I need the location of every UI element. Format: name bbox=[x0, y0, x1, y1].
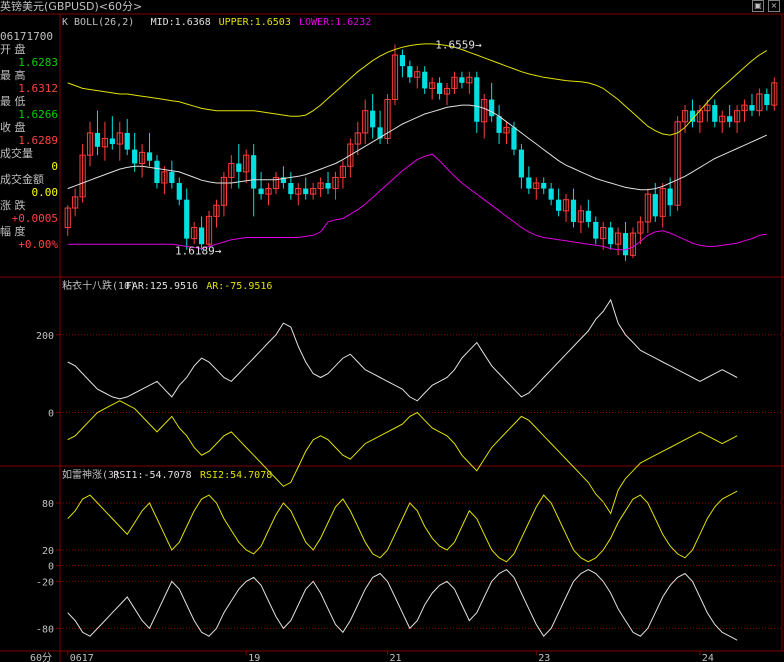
candle-body bbox=[109, 138, 115, 145]
y-tick-label: 200 bbox=[36, 331, 54, 342]
quote-label: 成交金额 bbox=[0, 173, 44, 186]
candle-body bbox=[548, 188, 554, 200]
quote-label: 最 高 bbox=[0, 69, 26, 82]
quote-label: 最 低 bbox=[0, 95, 26, 108]
candle-body bbox=[518, 149, 525, 178]
x-tick-label: 19 bbox=[248, 653, 260, 662]
candle-body bbox=[474, 77, 480, 122]
candle-body bbox=[667, 188, 673, 206]
price-annotation: 1.6189→ bbox=[175, 244, 222, 257]
panel-header-value: LOWER:1.6232 bbox=[299, 17, 371, 28]
x-tick-label: 23 bbox=[538, 653, 550, 662]
candle-body bbox=[489, 99, 495, 117]
candle-body bbox=[124, 132, 130, 150]
quote-value: 0.00 bbox=[31, 186, 59, 199]
quote-label: 幅 度 bbox=[0, 225, 26, 238]
candle-body bbox=[496, 116, 502, 133]
quote-value: 1.6312 bbox=[18, 82, 58, 95]
candle-body bbox=[422, 71, 428, 89]
panel-header-name: 如雷神涨(3) bbox=[62, 468, 120, 481]
candle-body bbox=[652, 194, 658, 217]
quote-value: 1.6283 bbox=[18, 56, 58, 69]
candle-body bbox=[749, 105, 755, 111]
candle-body bbox=[585, 210, 591, 222]
boll-lower-line bbox=[67, 153, 767, 251]
candle-body bbox=[198, 227, 205, 245]
quote-time: 06171700 bbox=[0, 30, 53, 43]
series-line-far bbox=[67, 298, 738, 402]
candle-body bbox=[608, 227, 614, 245]
candle-body bbox=[593, 221, 599, 239]
candle-body bbox=[541, 182, 547, 189]
candle-body bbox=[154, 160, 160, 183]
candle-body bbox=[526, 177, 532, 189]
candle-body bbox=[407, 66, 413, 78]
candle-body bbox=[436, 82, 443, 94]
candle-body bbox=[712, 105, 718, 122]
x-tick-label: 24 bbox=[702, 653, 714, 662]
x-tick-label: 0617 bbox=[70, 653, 94, 662]
boll-upper-line bbox=[67, 43, 768, 136]
chart-canvas[interactable]: K BOLL(26,2) MID:1.6368 UPPER:1.6503 LOWER:… bbox=[0, 0, 784, 662]
quote-value: 1.6266 bbox=[18, 108, 58, 121]
panel-header-value: FAR:125.9516 bbox=[126, 281, 198, 292]
candle-body bbox=[184, 199, 190, 239]
candle-body bbox=[169, 171, 175, 183]
candle-body bbox=[727, 116, 733, 122]
series-line-rsi1 bbox=[67, 568, 738, 641]
candle-body bbox=[288, 182, 294, 195]
candle-body bbox=[689, 110, 696, 122]
series-line-rsi2 bbox=[67, 490, 738, 563]
quote-sidebar: 06171700 开 盘 1.6283 最 高 1.6312 最 低 1.6266 收 盘1… bbox=[0, 30, 60, 251]
candle-body bbox=[146, 152, 153, 161]
candle-body bbox=[236, 163, 242, 172]
candle-body bbox=[251, 155, 257, 189]
candle-body bbox=[303, 188, 309, 195]
y-tick-label: 0 bbox=[48, 408, 54, 419]
candle-body bbox=[94, 132, 101, 147]
candle-body bbox=[511, 127, 517, 150]
candle-body bbox=[459, 77, 465, 83]
quote-value: 1.6289 bbox=[18, 134, 58, 147]
candle-body bbox=[555, 199, 562, 211]
y-tick-label: -20 bbox=[36, 577, 54, 588]
quote-value: +0.0005 bbox=[11, 212, 58, 225]
candle-body bbox=[258, 188, 264, 195]
quote-label: 涨 跌 bbox=[0, 199, 26, 212]
candle-body bbox=[325, 182, 331, 189]
candle-body bbox=[176, 182, 182, 200]
candle-body bbox=[622, 233, 629, 256]
panel-header-value: RSI1:-54.7078 bbox=[113, 470, 191, 481]
x-axis-corner-label: 60分 bbox=[30, 652, 52, 662]
candle-body bbox=[399, 55, 406, 67]
panel-header-value: RSI2:54.7078 bbox=[200, 470, 272, 481]
panel-header-value: MID:1.6368 bbox=[151, 17, 211, 28]
y-tick-label: -80 bbox=[36, 624, 54, 635]
x-tick-label: 21 bbox=[390, 653, 402, 662]
quote-label: 收 盘 bbox=[0, 121, 26, 134]
quote-value: +0.00% bbox=[18, 238, 58, 251]
y-tick-label: 20 bbox=[42, 546, 54, 557]
y-tick-label: 0 bbox=[48, 562, 54, 573]
candle-body bbox=[132, 149, 138, 164]
quote-label: 开 盘 bbox=[0, 43, 26, 56]
candle-body bbox=[570, 199, 577, 222]
candle-body bbox=[764, 93, 770, 106]
panel-header-name: K BOLL(26,2) bbox=[62, 17, 134, 28]
y-tick-label: 80 bbox=[42, 499, 54, 510]
panel-header-value: AR:-75.9516 bbox=[206, 281, 272, 292]
panel-header-value: UPPER:1.6503 bbox=[219, 17, 291, 28]
quote-label: 成交量 bbox=[0, 147, 33, 160]
candle-body bbox=[370, 110, 376, 128]
quote-value: 0 bbox=[51, 160, 58, 173]
price-annotation: 1.6559→ bbox=[435, 38, 482, 51]
